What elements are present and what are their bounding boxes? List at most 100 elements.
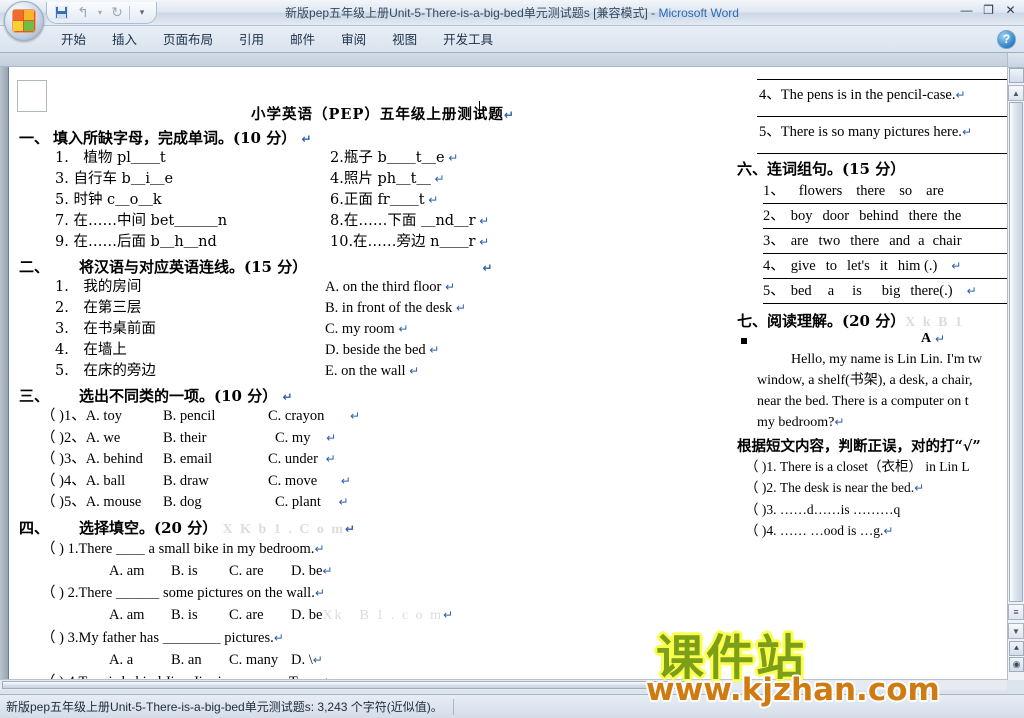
item-left: 1. 我的房间 bbox=[55, 279, 142, 295]
left-margin-gutter bbox=[0, 67, 8, 680]
horizontal-scrollbar[interactable] bbox=[0, 679, 1007, 690]
window-title-app: Microsoft Word bbox=[658, 6, 739, 20]
item-left: 5. 在床的旁边 bbox=[55, 363, 156, 379]
pilcrow-mark: ↵ bbox=[314, 541, 325, 556]
item-text: 5、There is so many pictures here. bbox=[759, 124, 962, 140]
pilcrow-mark: ↵ bbox=[883, 524, 894, 538]
horizontal-scrollbar-thumb[interactable] bbox=[2, 681, 692, 689]
tab-developer[interactable]: 开发工具 bbox=[430, 27, 506, 53]
item-question: （ )2、A. we bbox=[41, 429, 121, 446]
scrollbar-grip-icon[interactable]: ≡ bbox=[1008, 604, 1024, 620]
item-option-a: A. am bbox=[109, 606, 145, 623]
item-right: B. in front of the desk bbox=[325, 300, 453, 316]
tab-view[interactable]: 视图 bbox=[379, 27, 430, 53]
tab-insert[interactable]: 插入 bbox=[99, 27, 150, 53]
item-question: （ )3、A. behind bbox=[41, 451, 143, 467]
close-button[interactable]: ✕ bbox=[1001, 2, 1020, 18]
help-icon[interactable]: ? bbox=[997, 30, 1016, 49]
exercise-row: 4、The pens is in the pencil-case.↵ bbox=[737, 84, 1008, 106]
tf-text: （ )4. …… …ood is …g. bbox=[745, 523, 884, 538]
item-option-c: C. under bbox=[268, 451, 318, 467]
document-page[interactable]: 小学英语（PEP）五年级上册测试题↵ 一、 填入所缺字母，完成单词。(10 分） … bbox=[8, 67, 1008, 680]
vertical-scrollbar[interactable]: ▲ ≡ ▼ ⯅ ◉ bbox=[1007, 53, 1024, 680]
item-option-b: B. an bbox=[171, 651, 202, 668]
tab-references[interactable]: 引用 bbox=[226, 27, 277, 53]
word: are bbox=[926, 183, 944, 199]
pilcrow-mark: ↵ bbox=[442, 607, 454, 622]
item-question: （ ) 2.There ＿＿＿ some pictures on the wal… bbox=[41, 584, 315, 601]
word-order-row: 4、 give to let's it him (.) ↵ bbox=[737, 254, 1008, 278]
pilcrow-mark: ↵ bbox=[350, 409, 361, 423]
section-6-title: 连词组句。(15 分） bbox=[767, 160, 906, 178]
pilcrow-mark: ↵ bbox=[301, 132, 312, 146]
answer-line bbox=[757, 153, 1008, 154]
status-divider bbox=[452, 698, 454, 715]
section-3-number: 三、 bbox=[19, 387, 50, 405]
previous-page-button[interactable]: ⯅ bbox=[1009, 641, 1024, 656]
item-question: （ ) 3.My father has ＿＿＿＿ pictures. bbox=[41, 629, 274, 646]
pilcrow-mark: ↵ bbox=[322, 563, 333, 578]
faint-site-watermark-text: X k B 1 bbox=[905, 315, 964, 330]
pilcrow-mark: ↵ bbox=[338, 495, 349, 509]
item-left: 4. 在墙上 bbox=[55, 342, 127, 358]
pilcrow-mark: ↵ bbox=[398, 322, 409, 336]
pilcrow-mark: ↵ bbox=[273, 630, 284, 645]
tf-item: （ )1. There is a closet（衣柜） in Lin L bbox=[737, 456, 1008, 477]
split-window-handle[interactable] bbox=[1008, 53, 1024, 68]
select-browse-object-button[interactable]: ◉ bbox=[1009, 657, 1024, 672]
item-text: 4、The pens is in the pencil-case. bbox=[759, 87, 956, 103]
section-7-number: 七、 bbox=[737, 312, 768, 330]
passage-label: A bbox=[921, 331, 932, 346]
tf-item: （ )4. …… …ood is …g.↵ bbox=[737, 520, 1008, 542]
office-button[interactable] bbox=[4, 1, 44, 41]
pilcrow-mark: ↵ bbox=[448, 151, 459, 165]
exercise-row: 9. 在……后面 b＿h＿nd 10.在……旁边 n＿＿r ↵ bbox=[19, 232, 539, 253]
section-3-title: 选出不同类的一项。(10 分） bbox=[79, 387, 278, 405]
scroll-up-button[interactable]: ▲ bbox=[1008, 85, 1024, 101]
word: him (.) bbox=[897, 258, 938, 274]
word: and bbox=[889, 233, 911, 249]
minimize-button[interactable]: — bbox=[957, 2, 976, 18]
item-option-a: A. a bbox=[109, 651, 134, 668]
section-1-heading: 一、 填入所缺字母，完成单词。(10 分） ↵ bbox=[19, 127, 539, 148]
word: door bbox=[822, 208, 850, 224]
item-option-b: B. dog bbox=[163, 494, 202, 510]
browse-object-icon[interactable] bbox=[1009, 68, 1024, 83]
word: there bbox=[856, 183, 886, 199]
item-option-c: C. my bbox=[275, 429, 311, 446]
exercise-row: （ ) 1.There ＿＿ a small bike in my bedroo… bbox=[19, 538, 539, 560]
item-right: 4.照片 ph＿t＿ bbox=[330, 171, 431, 187]
item-question: （ ) 1.There ＿＿ a small bike in my bedroo… bbox=[41, 540, 315, 557]
text-cursor bbox=[479, 101, 480, 119]
item-option-b: B. their bbox=[163, 429, 207, 446]
pilcrow-mark: ↵ bbox=[345, 521, 356, 536]
pilcrow-mark: ↵ bbox=[429, 343, 440, 357]
word: the bbox=[943, 208, 962, 224]
section-4-title: 选择填空。(20 分） bbox=[79, 518, 218, 537]
exercise-row: 5、There is so many pictures here.↵ bbox=[737, 121, 1008, 143]
tf-text: （ )2. The desk is near the bed. bbox=[745, 480, 915, 495]
section-4-heading: 四、 选择填空。(20 分） X K b 1 . C o m↵ bbox=[19, 517, 539, 538]
restore-button[interactable]: ❐ bbox=[979, 2, 998, 18]
item-question: （ )1、A. toy bbox=[41, 408, 122, 424]
tf-instruction: 根据短文内容，判断正误，对的打“√” bbox=[737, 438, 981, 455]
item-option-b: B. is bbox=[171, 606, 198, 623]
item-option-c: C. plant bbox=[275, 494, 321, 510]
pilcrow-mark: ↵ bbox=[479, 214, 490, 228]
scrollbar-thumb[interactable] bbox=[1009, 102, 1023, 602]
tab-mailings[interactable]: 邮件 bbox=[277, 27, 328, 53]
document-content: 小学英语（PEP）五年级上册测试题↵ 一、 填入所缺字母，完成单词。(10 分） … bbox=[9, 67, 1008, 680]
horizontal-ruler[interactable] bbox=[0, 53, 1024, 67]
tab-home[interactable]: 开始 bbox=[48, 27, 99, 53]
tab-review[interactable]: 审阅 bbox=[328, 27, 379, 53]
item-left: 3. 自行车 b＿i＿e bbox=[55, 171, 174, 187]
tab-page-layout[interactable]: 页面布局 bbox=[150, 27, 226, 53]
answer-line bbox=[757, 79, 1008, 80]
pilcrow-mark: ↵ bbox=[434, 172, 445, 186]
item-right: 2.瓶子 b＿＿t＿e bbox=[330, 150, 445, 166]
pilcrow-mark: ↵ bbox=[445, 280, 456, 294]
scroll-down-button[interactable]: ▼ bbox=[1008, 623, 1024, 639]
item-option-a: A. am bbox=[109, 562, 145, 579]
section-2-title: 将汉语与对应英语连线。(15 分） bbox=[79, 258, 308, 276]
exercise-row: （ )5、A. mouse B. dog C. plant ↵ bbox=[19, 492, 539, 514]
